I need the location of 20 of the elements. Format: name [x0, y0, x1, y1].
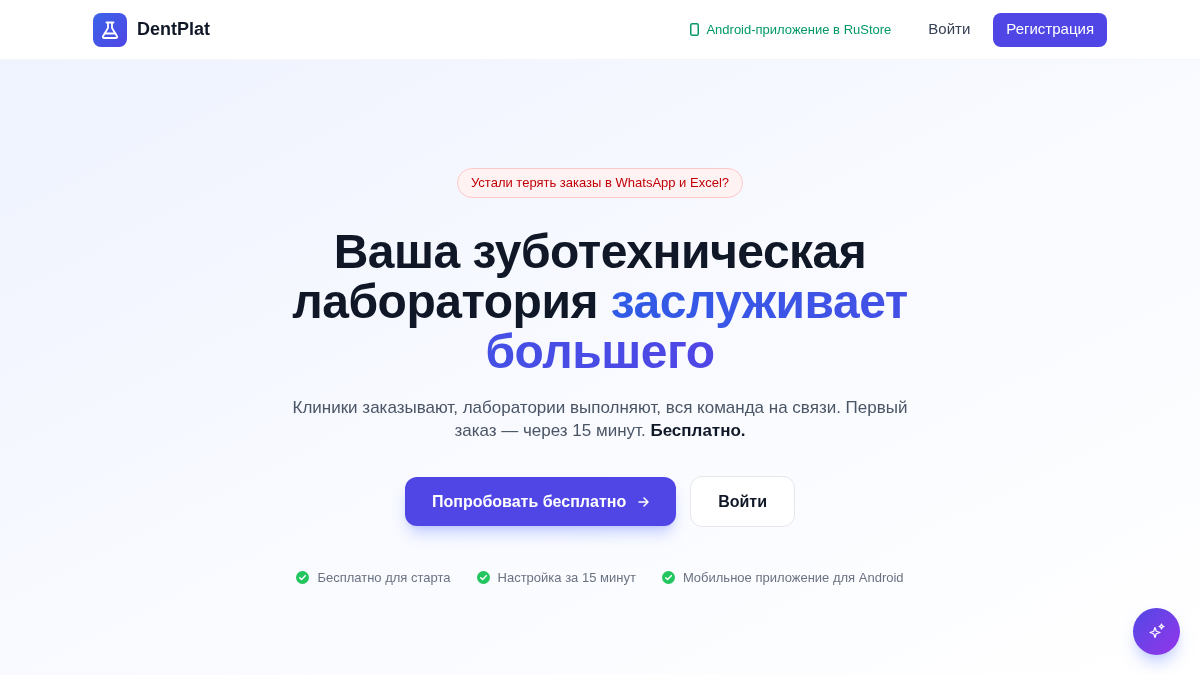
check-circle-icon: [476, 571, 490, 585]
feature-text: Настройка за 15 минут: [497, 569, 636, 587]
flask-logo-icon: [93, 12, 127, 47]
try-free-button[interactable]: Попробовать бесплатно: [404, 477, 677, 526]
android-app-link[interactable]: Android-приложение в RuStore: [690, 19, 892, 40]
hero-heading: Ваша зуботехническая лаборатория заслуживает большего: [291, 227, 909, 377]
login-link[interactable]: Войти: [928, 18, 971, 41]
arrow-right-icon: [638, 496, 650, 507]
register-button[interactable]: Регистрация: [993, 12, 1107, 47]
check-circle-icon: [296, 571, 310, 585]
logo-text: DentPlat: [137, 18, 210, 41]
feature-text: Бесплатно для старта: [317, 569, 451, 587]
hero-subtitle: Клиники заказывают, лаборатории выполняют, вся команда на связи. Первый заказ — через 15 минут. Бесплатно.: [291, 397, 909, 442]
check-circle-icon: [661, 571, 675, 585]
login-button[interactable]: Войти: [690, 476, 796, 527]
feature-text: Мобильное приложение для Android: [682, 569, 904, 587]
sparkle-icon: [1147, 622, 1166, 641]
ai-assistant-button[interactable]: [1133, 608, 1180, 655]
phone-icon: [690, 23, 700, 36]
promo-badge: Устали терять заказы в WhatsApp и Excel?: [456, 168, 743, 198]
